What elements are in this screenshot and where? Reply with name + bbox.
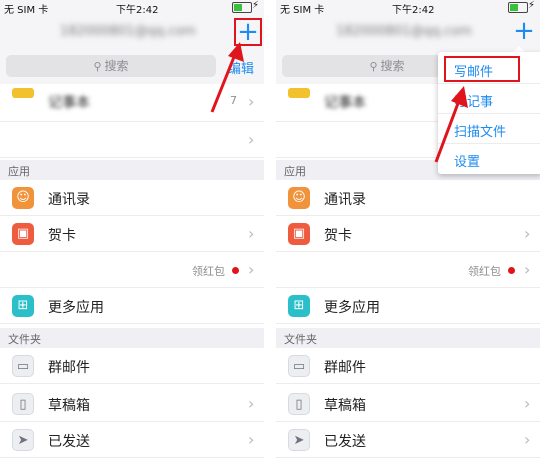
menu-item-settings[interactable]: 设置 xyxy=(438,144,540,174)
menu-item-scan[interactable]: 扫描文件 xyxy=(438,114,540,144)
redpacket-label: 领红包 xyxy=(192,265,225,278)
chevron-right-icon: › xyxy=(524,260,531,279)
menu-item-new-note[interactable]: 写记事 xyxy=(438,84,540,114)
left-screen: 无 SIM 卡 下午2:42 ⚡ 182000801@qq.com + ⚲ 搜索 … xyxy=(0,0,264,464)
list-item-more-apps[interactable]: ⊞ 更多应用 xyxy=(276,288,540,324)
card-icon: ▣ xyxy=(288,223,310,245)
apps-grid-icon: ⊞ xyxy=(288,295,310,317)
search-input[interactable]: ⚲ 搜索 xyxy=(6,55,216,77)
menu-item-compose[interactable]: 写邮件 xyxy=(438,54,540,84)
account-email: 182000801@qq.com xyxy=(336,24,472,39)
list-item-drafts[interactable]: ▯ 草稿箱 › xyxy=(0,386,264,422)
contacts-icon: ☺ xyxy=(288,187,310,209)
section-header-folders: 文件夹 xyxy=(0,328,264,348)
search-row: ⚲ 搜索 编辑 xyxy=(0,50,264,84)
notes-count: 7 xyxy=(230,94,237,107)
apps-grid-icon: ⊞ xyxy=(12,295,34,317)
more-apps-label: 更多应用 xyxy=(324,300,380,316)
right-screen: 无 SIM 卡 下午2:42 ⚡ 182000801@qq.com + ⚲ 搜索 … xyxy=(276,0,540,464)
list-item-cards[interactable]: ▣ 贺卡 › xyxy=(0,216,264,252)
battery-icon xyxy=(232,2,252,13)
group-mail-label: 群邮件 xyxy=(48,360,90,376)
list-item-contacts[interactable]: ☺ 通讯录 xyxy=(276,180,540,216)
battery-icon xyxy=(508,2,528,13)
send-icon: ➤ xyxy=(12,429,34,451)
divider-gap xyxy=(264,0,276,464)
redpacket-label: 领红包 xyxy=(468,265,501,278)
notes-icon xyxy=(12,88,34,98)
drafts-label: 草稿箱 xyxy=(48,398,90,414)
search-placeholder: 搜索 xyxy=(104,59,129,73)
account-email: 182000801@qq.com xyxy=(60,24,196,39)
card-icon: ▣ xyxy=(12,223,34,245)
list-item-sent[interactable]: ➤ 已发送 › xyxy=(0,422,264,458)
chevron-right-icon: › xyxy=(524,394,531,413)
list-item-redpacket[interactable]: 领红包 › xyxy=(0,252,264,288)
group-mail-label: 群邮件 xyxy=(324,360,366,376)
add-button[interactable]: + xyxy=(234,18,262,46)
contacts-label: 通讯录 xyxy=(324,192,366,208)
draft-icon: ▯ xyxy=(288,393,310,415)
header: 182000801@qq.com + xyxy=(0,14,264,50)
contacts-label: 通讯录 xyxy=(48,192,90,208)
draft-icon: ▯ xyxy=(12,393,34,415)
edit-button[interactable]: 编辑 xyxy=(228,58,254,77)
list-item-sent[interactable]: ➤ 已发送 › xyxy=(276,422,540,458)
notes-label: 记事本 xyxy=(324,95,366,111)
chevron-right-icon: › xyxy=(524,224,531,243)
header: 182000801@qq.com + xyxy=(276,14,540,50)
cards-label: 贺卡 xyxy=(48,228,76,244)
section-header-apps: 应用 xyxy=(0,160,264,180)
more-apps-label: 更多应用 xyxy=(48,300,104,316)
chevron-right-icon: › xyxy=(524,430,531,449)
search-placeholder: 搜索 xyxy=(380,59,405,73)
section-header-folders: 文件夹 xyxy=(276,328,540,348)
highlight-box xyxy=(444,56,520,82)
add-button[interactable]: + xyxy=(512,18,536,44)
cards-label: 贺卡 xyxy=(324,228,352,244)
list-item-drafts[interactable]: ▯ 草稿箱 › xyxy=(276,386,540,422)
list-item-group-mail[interactable]: ▭ 群邮件 xyxy=(0,348,264,384)
charging-icon: ⚡ xyxy=(252,0,260,11)
chevron-right-icon: › xyxy=(248,130,255,149)
search-icon: ⚲ xyxy=(93,60,102,73)
notes-label: 记事本 xyxy=(48,95,90,111)
sent-label: 已发送 xyxy=(324,434,366,450)
list-item-cards[interactable]: ▣ 贺卡 › xyxy=(276,216,540,252)
folder-icon: ▭ xyxy=(288,355,310,377)
chevron-right-icon: › xyxy=(248,430,255,449)
list-item-contacts[interactable]: ☺ 通讯录 xyxy=(0,180,264,216)
list-item-more-apps[interactable]: ⊞ 更多应用 xyxy=(0,288,264,324)
list-item-group-mail[interactable]: ▭ 群邮件 xyxy=(276,348,540,384)
add-menu-popover: 写邮件 写记事 扫描文件 设置 xyxy=(438,52,540,174)
charging-icon: ⚡ xyxy=(528,0,536,11)
list-item-notes[interactable]: 记事本 7 › xyxy=(0,84,264,122)
chevron-right-icon: › xyxy=(248,92,255,111)
send-icon: ➤ xyxy=(288,429,310,451)
search-icon: ⚲ xyxy=(369,60,378,73)
chevron-right-icon: › xyxy=(248,224,255,243)
notes-icon xyxy=(288,88,310,98)
status-bar: 无 SIM 卡 下午2:42 ⚡ xyxy=(276,0,540,16)
list-item-blank[interactable]: › xyxy=(0,122,264,158)
red-dot-badge xyxy=(232,267,239,274)
list-item-redpacket[interactable]: 领红包 › xyxy=(276,252,540,288)
drafts-label: 草稿箱 xyxy=(324,398,366,414)
sent-label: 已发送 xyxy=(48,434,90,450)
folder-icon: ▭ xyxy=(12,355,34,377)
red-dot-badge xyxy=(508,267,515,274)
chevron-right-icon: › xyxy=(248,260,255,279)
chevron-right-icon: › xyxy=(248,394,255,413)
status-bar: 无 SIM 卡 下午2:42 ⚡ xyxy=(0,0,264,16)
contacts-icon: ☺ xyxy=(12,187,34,209)
